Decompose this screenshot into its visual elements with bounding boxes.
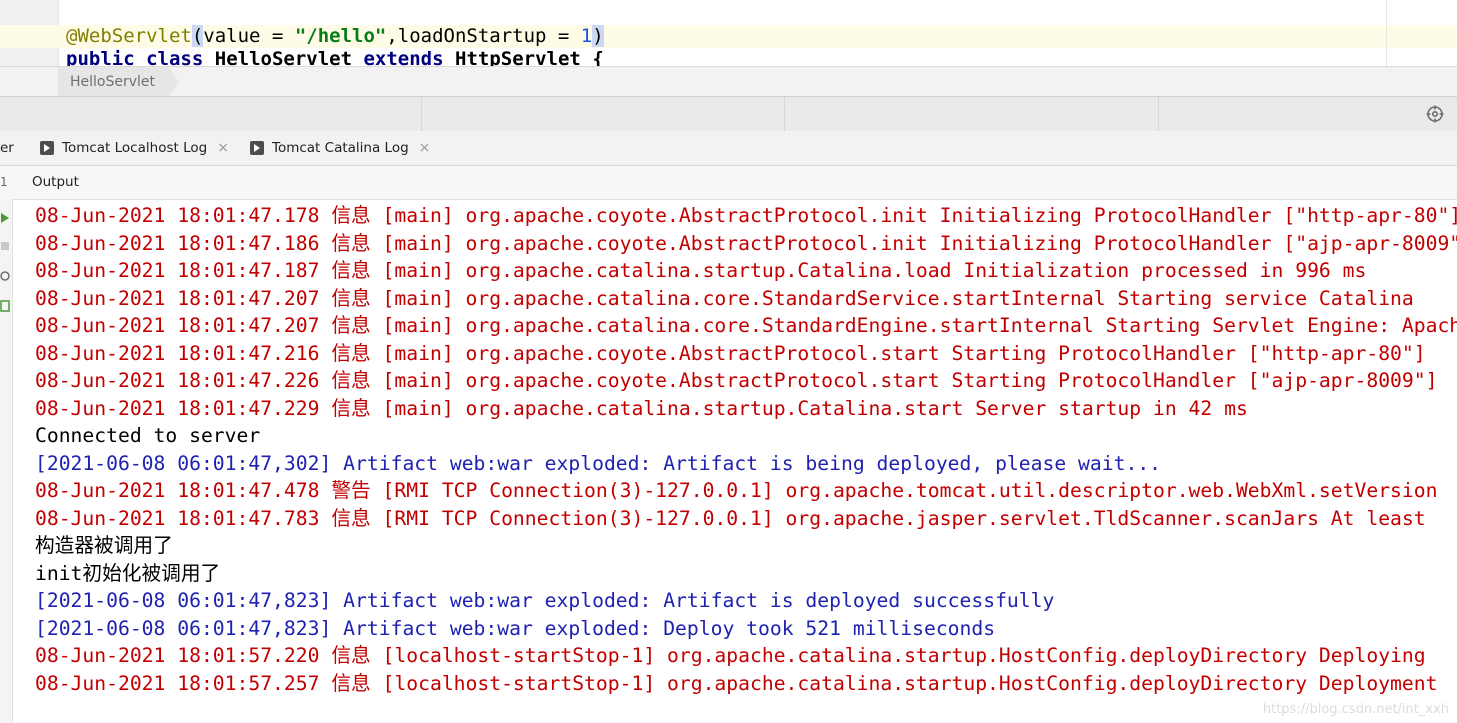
console-toolbar bbox=[0, 199, 13, 723]
gear-icon[interactable] bbox=[1426, 105, 1444, 123]
console-line: 08-Jun-2021 18:01:47.216 信息 [main] org.a… bbox=[35, 341, 1426, 365]
console-line: [2021-06-08 06:01:47,823] Artifact web:w… bbox=[35, 616, 996, 640]
watermark: https://blog.csdn.net/int_xxh bbox=[1262, 702, 1449, 717]
tab-tomcat-catalina-log[interactable]: Tomcat Catalina Log × bbox=[250, 131, 430, 165]
code-line-annotation[interactable]: @WebServlet(value = "/hello",loadOnStart… bbox=[66, 25, 604, 48]
close-icon[interactable]: × bbox=[419, 131, 431, 165]
super-name-token: HttpServlet bbox=[455, 48, 581, 66]
tool-window-header bbox=[0, 96, 1457, 132]
rerun-arrow-icon[interactable] bbox=[0, 211, 10, 225]
console-line: init初始化被调用了 bbox=[35, 561, 221, 585]
console-line: 08-Jun-2021 18:01:47.229 信息 [main] org.a… bbox=[35, 396, 1248, 420]
annotation-token: @WebServlet bbox=[66, 25, 192, 47]
open-brace-token: { bbox=[592, 48, 604, 66]
tabs-bar: er Tomcat Localhost Log × Tomcat Catalina… bbox=[0, 131, 1457, 166]
paren-open: ( bbox=[191, 25, 204, 47]
tab-label: Tomcat Catalina Log bbox=[272, 140, 409, 156]
console-line: Connected to server bbox=[35, 424, 261, 447]
stop-icon[interactable] bbox=[0, 239, 10, 253]
attr-load-token: ,loadOnStartup = bbox=[386, 25, 581, 47]
console-line: 08-Jun-2021 18:01:47.186 信息 [main] org.a… bbox=[35, 231, 1457, 255]
console-output[interactable]: 08-Jun-2021 18:01:47.178 信息 [main] org.a… bbox=[35, 202, 1457, 697]
attr-value-token: value = bbox=[203, 25, 295, 47]
refresh-icon[interactable] bbox=[0, 269, 10, 283]
left-panel-cut-label: 1 bbox=[0, 175, 8, 189]
code-editor[interactable]: @WebServlet(value = "/hello",loadOnStart… bbox=[0, 0, 1457, 66]
header-divider bbox=[1158, 97, 1159, 131]
load-value-token: 1 bbox=[580, 25, 593, 47]
keyword-class: class bbox=[146, 48, 204, 66]
console-line: 08-Jun-2021 18:01:57.257 信息 [localhost-s… bbox=[35, 671, 1438, 695]
console-line: 08-Jun-2021 18:01:47.178 信息 [main] org.a… bbox=[35, 204, 1457, 227]
keyword-extends: extends bbox=[363, 48, 444, 66]
tab-tomcat-localhost-log[interactable]: Tomcat Localhost Log × bbox=[40, 131, 229, 165]
paren-close: ) bbox=[592, 25, 604, 47]
breadcrumb-item-class[interactable]: HelloServlet bbox=[58, 67, 180, 97]
close-icon[interactable]: × bbox=[217, 131, 229, 165]
tab-label: Tomcat Localhost Log bbox=[62, 140, 208, 156]
console-line: 08-Jun-2021 18:01:47.226 信息 [main] org.a… bbox=[35, 369, 1438, 392]
class-name-token: HelloServlet bbox=[214, 48, 353, 66]
console-line: 08-Jun-2021 18:01:57.220 信息 [localhost-s… bbox=[35, 644, 1426, 667]
console-line: 08-Jun-2021 18:01:47.207 信息 [main] org.a… bbox=[35, 286, 1414, 310]
code-line-class-decl[interactable]: public class HelloServlet extends HttpSe… bbox=[66, 48, 604, 66]
console-line: 08-Jun-2021 18:01:47.478 警告 [RMI TCP Con… bbox=[35, 479, 1438, 502]
output-label: Output bbox=[32, 174, 79, 190]
header-divider bbox=[784, 97, 785, 131]
output-header: 1 Output bbox=[0, 166, 1457, 200]
console-line: [2021-06-08 06:01:47,302] Artifact web:w… bbox=[35, 451, 1162, 475]
console-line: 08-Jun-2021 18:01:47.207 信息 [main] org.a… bbox=[35, 314, 1457, 337]
console-line: 08-Jun-2021 18:01:47.783 信息 [RMI TCP Con… bbox=[35, 506, 1426, 530]
header-divider bbox=[421, 97, 422, 131]
update-app-icon[interactable] bbox=[0, 299, 10, 313]
console-line: [2021-06-08 06:01:47,823] Artifact web:w… bbox=[35, 589, 1055, 612]
breadcrumb: HelloServlet bbox=[0, 66, 1457, 97]
right-margin-guide bbox=[1386, 0, 1387, 66]
console-line: 08-Jun-2021 18:01:47.187 信息 [main] org.a… bbox=[35, 259, 1367, 282]
tab-partial[interactable]: er bbox=[0, 131, 14, 165]
console-icon bbox=[40, 141, 54, 155]
keyword-public: public bbox=[66, 48, 135, 66]
path-string-token: "/hello" bbox=[294, 25, 387, 47]
console-icon bbox=[250, 141, 264, 155]
console-line: 构造器被调用了 bbox=[35, 534, 173, 557]
